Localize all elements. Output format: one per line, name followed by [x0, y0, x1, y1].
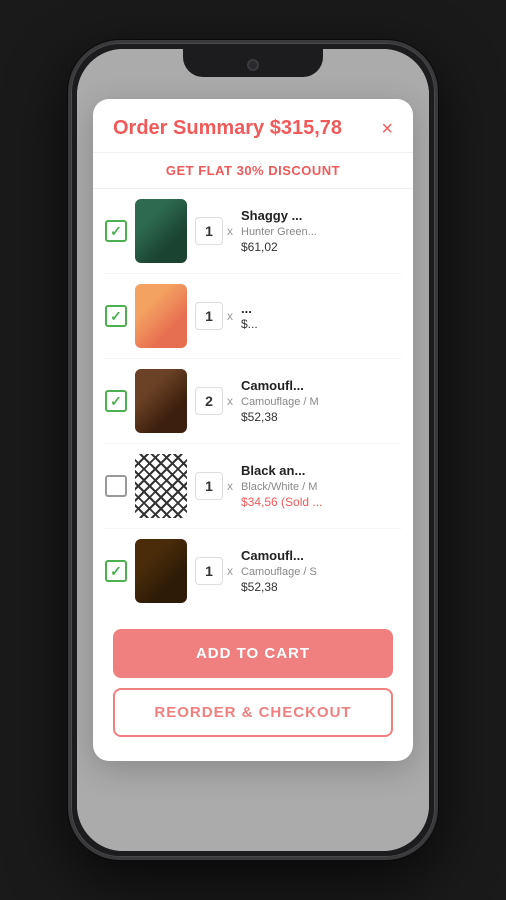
item-checkbox-4[interactable]	[105, 475, 127, 497]
power-button	[435, 203, 438, 263]
items-list: 1 x Shaggy ... Hunter Green... $61,02 1	[93, 189, 413, 613]
item-thumbnail-5	[135, 539, 187, 603]
item-variant-1: Hunter Green...	[241, 225, 401, 240]
qty-value-4[interactable]: 1	[195, 472, 223, 500]
qty-control-2: 1 x	[195, 302, 233, 330]
list-item: 1 x Black an... Black/White / M $34,56 (…	[105, 444, 401, 529]
list-item: 1 x Camoufl... Camouflage / S $52,38	[105, 529, 401, 613]
qty-x-4: x	[227, 479, 233, 493]
order-summary-modal: Order Summary $315,78 × GET FLAT 30% DIS…	[93, 99, 413, 761]
item-thumbnail-3	[135, 369, 187, 433]
item-price-1: $61,02	[241, 240, 401, 254]
mute-button	[68, 173, 71, 209]
qty-x-5: x	[227, 564, 233, 578]
list-item: 2 x Camoufl... Camouflage / M $52,38	[105, 359, 401, 444]
qty-value-5[interactable]: 1	[195, 557, 223, 585]
phone-screen: Payment Status Pending Fulfillment Statu…	[77, 49, 429, 851]
add-to-cart-button[interactable]: ADD TO CART	[113, 629, 393, 678]
discount-banner: GET FLAT 30% DISCOUNT	[93, 153, 413, 189]
reorder-checkout-button[interactable]: REORDER & CHECKOUT	[113, 688, 393, 737]
item-name-1: Shaggy ...	[241, 208, 401, 225]
camera	[247, 59, 259, 71]
qty-x-1: x	[227, 224, 233, 238]
notch	[183, 49, 323, 77]
item-info-4: Black an... Black/White / M $34,56 (Sold…	[241, 463, 401, 509]
item-variant-4: Black/White / M	[241, 480, 401, 495]
qty-control-5: 1 x	[195, 557, 233, 585]
item-name-3: Camoufl...	[241, 378, 401, 395]
item-thumbnail-1	[135, 199, 187, 263]
item-checkbox-2[interactable]	[105, 305, 127, 327]
item-checkbox-3[interactable]	[105, 390, 127, 412]
list-item: 1 x Shaggy ... Hunter Green... $61,02	[105, 189, 401, 274]
item-info-5: Camoufl... Camouflage / S $52,38	[241, 548, 401, 594]
item-checkbox-1[interactable]	[105, 220, 127, 242]
item-info-1: Shaggy ... Hunter Green... $61,02	[241, 208, 401, 254]
modal-title: Order Summary $315,78	[113, 117, 342, 140]
item-price-4: $34,56 (Sold ...	[241, 495, 401, 509]
qty-value-1[interactable]: 1	[195, 217, 223, 245]
item-info-2: ... $...	[241, 301, 401, 332]
item-price-5: $52,38	[241, 580, 401, 594]
qty-control-1: 1 x	[195, 217, 233, 245]
modal-header: Order Summary $315,78 ×	[93, 99, 413, 153]
qty-control-3: 2 x	[195, 387, 233, 415]
item-name-5: Camoufl...	[241, 548, 401, 565]
qty-x-3: x	[227, 394, 233, 408]
modal-actions: ADD TO CART REORDER & CHECKOUT	[93, 613, 413, 737]
qty-control-4: 1 x	[195, 472, 233, 500]
item-thumbnail-2	[135, 284, 187, 348]
item-variant-3: Camouflage / M	[241, 395, 401, 410]
qty-x-2: x	[227, 309, 233, 323]
item-thumbnail-4	[135, 454, 187, 518]
qty-value-2[interactable]: 1	[195, 302, 223, 330]
item-variant-5: Camouflage / S	[241, 565, 401, 580]
item-price-2: $...	[241, 317, 401, 331]
item-price-3: $52,38	[241, 410, 401, 424]
qty-value-3[interactable]: 2	[195, 387, 223, 415]
close-button[interactable]: ×	[381, 119, 393, 139]
phone-frame: Payment Status Pending Fulfillment Statu…	[68, 40, 438, 860]
item-info-3: Camoufl... Camouflage / M $52,38	[241, 378, 401, 424]
volume-down-button	[68, 291, 71, 346]
list-item: 1 x ... $...	[105, 274, 401, 359]
volume-up-button	[68, 223, 71, 278]
item-name-2: ...	[241, 301, 401, 318]
item-name-4: Black an...	[241, 463, 401, 480]
item-checkbox-5[interactable]	[105, 560, 127, 582]
